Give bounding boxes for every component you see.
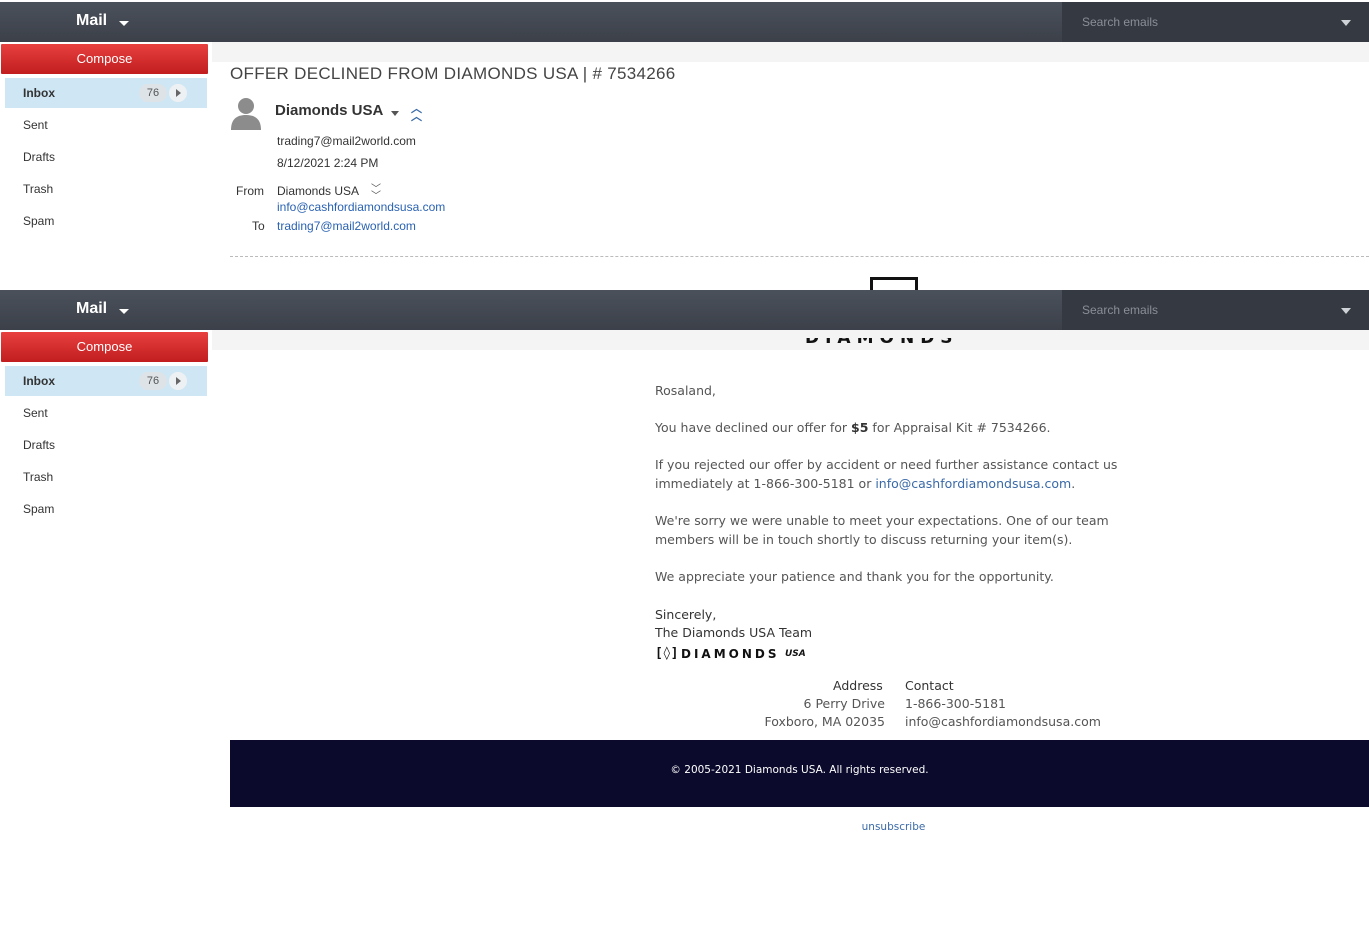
recipient-address: trading7@mail2world.com [277, 134, 416, 148]
diamonds-logo-mark [870, 277, 918, 290]
sidebar-item-label: Inbox [23, 374, 55, 388]
paragraph-offer: You have declined our offer for $5 for A… [655, 418, 1051, 437]
diamonds-usa-logo: DIAMONDS [805, 338, 959, 348]
logo-wordmark: DIAMONDS [681, 647, 780, 661]
mail-window-bottom: Mail Compose Inbox 76 Sent Drafts Trash … [0, 290, 1369, 950]
to-email-link[interactable]: trading7@mail2world.com [277, 219, 416, 233]
app-title[interactable]: Mail [76, 12, 107, 30]
search-options-caret-icon[interactable] [1341, 20, 1351, 26]
text: for Appraisal Kit # 7534266. [868, 420, 1051, 435]
message-toolbar-strip [212, 330, 1369, 350]
email-subject: OFFER DECLINED FROM DIAMONDS USA | # 753… [230, 64, 676, 83]
paragraph-thanks: We appreciate your patience and thank yo… [655, 569, 1054, 584]
address-line1: 6 Perry Drive [803, 696, 885, 711]
sidebar-item-trash[interactable]: Trash [5, 174, 207, 204]
search-options-caret-icon[interactable] [1341, 308, 1351, 314]
copyright-text: © 2005-2021 Diamonds USA. All rights res… [670, 764, 929, 776]
sidebar-item-label: Spam [23, 502, 55, 516]
sidebar-item-label: Trash [23, 182, 54, 196]
sidebar-item-drafts[interactable]: Drafts [5, 142, 207, 172]
to-label: To [252, 219, 265, 233]
top-navbar: Mail [0, 2, 1369, 42]
search-box [1062, 2, 1369, 42]
sidebar-item-trash[interactable]: Trash [5, 462, 207, 492]
offer-amount: $5 [851, 420, 869, 435]
caret-down-icon[interactable] [391, 111, 399, 116]
email-footer-bar: © 2005-2021 Diamonds USA. All rights res… [230, 740, 1369, 807]
message-toolbar-strip [212, 42, 1369, 62]
search-input[interactable] [1062, 2, 1332, 42]
chevron-right-icon[interactable] [169, 84, 187, 102]
app-title[interactable]: Mail [76, 300, 107, 318]
address-line2: Foxboro, MA 02035 [764, 714, 885, 729]
sign-off: Sincerely, [655, 607, 717, 622]
sidebar-item-label: Drafts [23, 150, 56, 164]
text: . [1071, 476, 1076, 491]
compose-button[interactable]: Compose [1, 44, 208, 74]
contact-heading: Contact [905, 678, 954, 693]
sidebar-item-label: Drafts [23, 438, 56, 452]
sidebar-item-inbox[interactable]: Inbox 76 [5, 78, 207, 108]
sidebar-item-label: Spam [23, 214, 55, 228]
caret-down-icon[interactable] [119, 21, 129, 26]
paragraph-contact: If you rejected our offer by accident or… [655, 455, 1140, 493]
double-chevron-down-icon[interactable]: ﹀ ﹀ [371, 185, 381, 202]
caret-down-icon[interactable] [119, 309, 129, 314]
search-input[interactable] [1062, 290, 1332, 330]
unsubscribe-link-row: unsubscribe [0, 821, 1369, 833]
from-email-link[interactable]: info@cashfordiamondsusa.com [277, 200, 445, 214]
contact-email-link[interactable]: info@cashfordiamondsusa.com [905, 714, 1101, 729]
greeting: Rosaland, [655, 383, 716, 398]
sidebar-item-label: Trash [23, 470, 54, 484]
contact-email-link[interactable]: info@cashfordiamondsusa.com [875, 476, 1071, 491]
sidebar-item-sent[interactable]: Sent [5, 110, 207, 140]
diamond-logo-icon: [◊] [655, 646, 679, 661]
double-chevron-up-icon[interactable]: ︿ ︿ [411, 104, 422, 123]
header-divider [230, 256, 1369, 257]
search-box [1062, 290, 1369, 330]
address-heading: Address [833, 678, 883, 693]
sidebar-item-label: Sent [23, 406, 48, 420]
unread-count-badge: 76 [139, 84, 167, 102]
chevron-right-icon[interactable] [169, 372, 187, 390]
contact-phone-link[interactable]: 1-866-300-5181 [905, 696, 1006, 711]
text: You have declined our offer for [655, 420, 852, 435]
from-name: Diamonds USA [277, 184, 360, 198]
email-date: 8/12/2021 2:24 PM [277, 156, 379, 170]
sidebar-item-label: Inbox [23, 86, 55, 100]
unsubscribe-link[interactable]: unsubscribe [862, 821, 926, 833]
sidebar-item-drafts[interactable]: Drafts [5, 430, 207, 460]
signature-team: The Diamonds USA Team [655, 625, 813, 640]
sidebar-item-inbox[interactable]: Inbox 76 [5, 366, 207, 396]
sidebar-item-spam[interactable]: Spam [5, 494, 207, 524]
person-icon [231, 98, 261, 130]
compose-button[interactable]: Compose [1, 332, 208, 362]
sender-name[interactable]: Diamonds USA [275, 102, 383, 119]
from-label: From [236, 184, 264, 198]
mail-window-top: Mail Compose Inbox 76 Sent Drafts Trash … [0, 0, 1369, 290]
sidebar-item-spam[interactable]: Spam [5, 206, 207, 236]
sidebar-item-sent[interactable]: Sent [5, 398, 207, 428]
logo-suffix: USA [785, 649, 806, 659]
paragraph-apology: We're sorry we were unable to meet your … [655, 513, 1109, 547]
unread-count-badge: 76 [139, 372, 167, 390]
top-navbar: Mail [0, 290, 1369, 330]
sidebar-item-label: Sent [23, 118, 48, 132]
